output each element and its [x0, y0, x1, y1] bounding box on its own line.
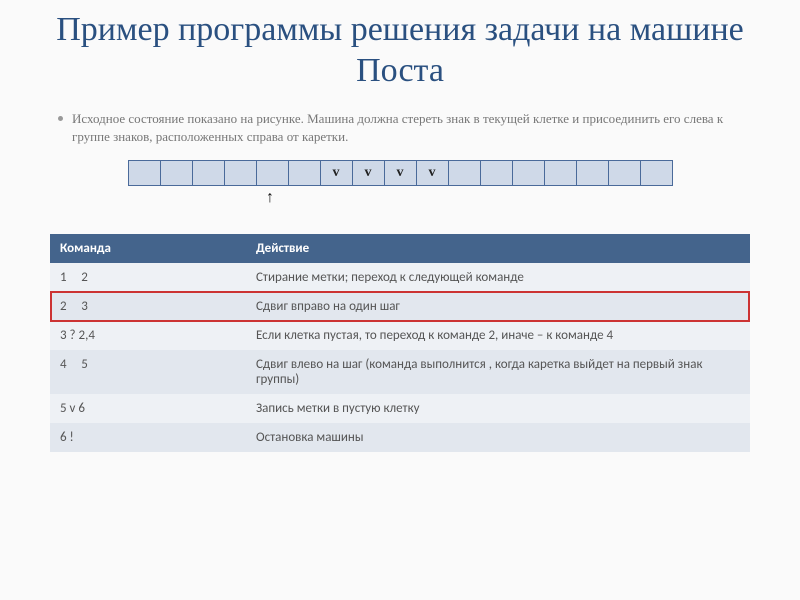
tape-cell: v [384, 160, 417, 186]
slide-title: Пример программы решения задачи на машин… [50, 10, 750, 92]
tape-cell: v [416, 160, 449, 186]
tape-cell [512, 160, 545, 186]
table-row: 5 v 6Запись метки в пустую клетку [50, 394, 750, 423]
cell-action: Запись метки в пустую клетку [246, 394, 750, 423]
table-row: 2 3Сдвиг вправо на один шаг [50, 292, 750, 321]
tape-cell [448, 160, 481, 186]
tape-cell [224, 160, 257, 186]
description-content: Исходное состояние показано на рисунке. … [72, 111, 723, 144]
tape-cell [160, 160, 193, 186]
tape-cell [128, 160, 161, 186]
cell-command: 4 5 [50, 350, 246, 394]
carriage-pointer-icon: ↑ [266, 190, 274, 206]
tape-cell [480, 160, 513, 186]
cell-command: 1 2 [50, 263, 246, 292]
cell-command: 3 ? 2,4 [50, 321, 246, 350]
bullet-icon [58, 116, 63, 121]
table-row: 1 2Стирание метки; переход к следующей к… [50, 263, 750, 292]
tape-cell [288, 160, 321, 186]
col-header-command: Команда [50, 234, 246, 263]
tape-cell: v [352, 160, 385, 186]
cell-action: Стирание метки; переход к следующей кома… [246, 263, 750, 292]
tape-cell [608, 160, 641, 186]
tape-pointer-area: ↑ [120, 192, 680, 214]
tape-cell [544, 160, 577, 186]
tape-cell [192, 160, 225, 186]
description-text: Исходное состояние показано на рисунке. … [72, 110, 750, 146]
cell-action: Сдвиг вправо на один шаг [246, 292, 750, 321]
tape-cell [576, 160, 609, 186]
cell-command: 5 v 6 [50, 394, 246, 423]
cell-action: Сдвиг влево на шаг (команда выполнится ,… [246, 350, 750, 394]
table-row: 4 5Сдвиг влево на шаг (команда выполнитс… [50, 350, 750, 394]
tape-cell [256, 160, 289, 186]
table-row: 3 ? 2,4Если клетка пустая, то переход к … [50, 321, 750, 350]
cell-command: 2 3 [50, 292, 246, 321]
col-header-action: Действие [246, 234, 750, 263]
tape-cell [640, 160, 673, 186]
cell-action: Остановка машины [246, 423, 750, 452]
table-row: 6 !Остановка машины [50, 423, 750, 452]
program-table: Команда Действие 1 2Стирание метки; пере… [50, 234, 750, 452]
tape-strip: vvvv [50, 160, 750, 186]
cell-command: 6 ! [50, 423, 246, 452]
program-table-container: Команда Действие 1 2Стирание метки; пере… [50, 234, 750, 452]
tape-cell: v [320, 160, 353, 186]
cell-action: Если клетка пустая, то переход к команде… [246, 321, 750, 350]
